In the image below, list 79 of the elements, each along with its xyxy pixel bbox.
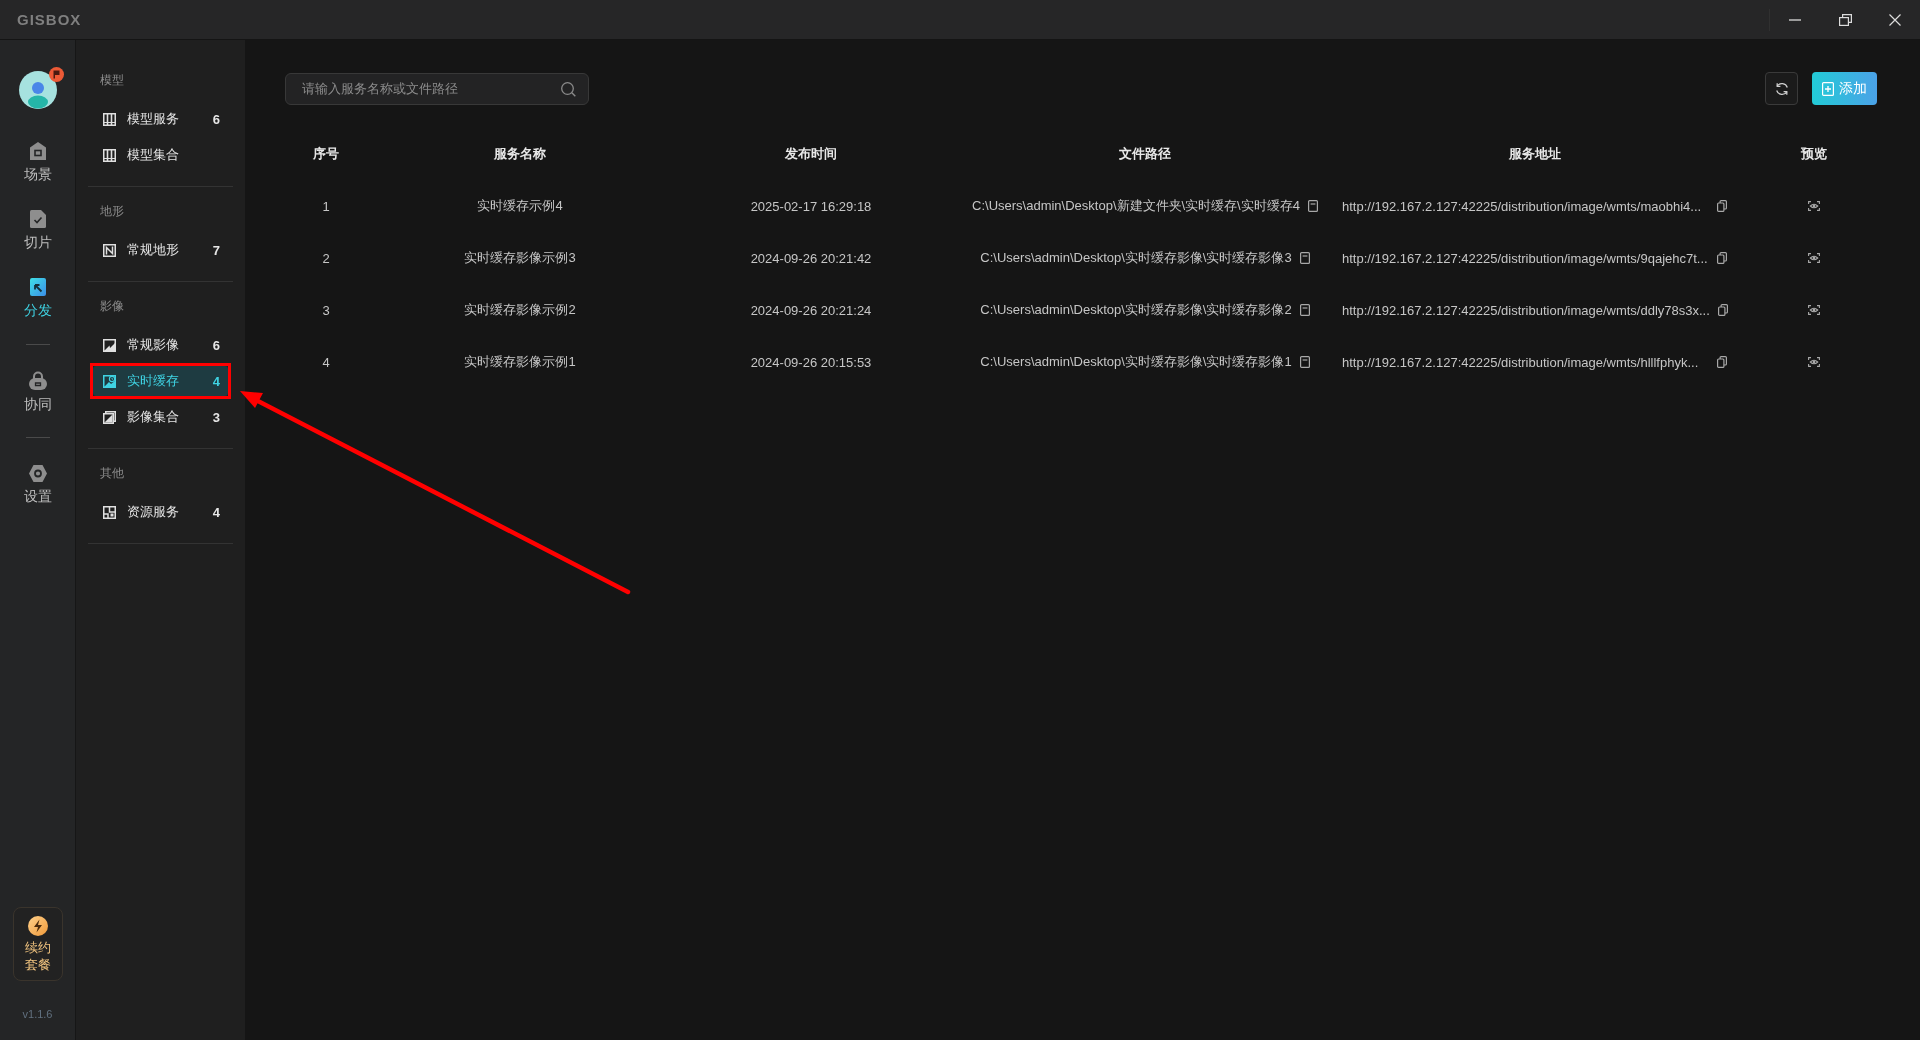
eye-scan-icon[interactable] xyxy=(1808,357,1820,367)
table-cell: 2025-02-17 16:29:18 xyxy=(750,198,872,214)
column-header: 发布时间 xyxy=(785,145,837,163)
section-heading: 地形 xyxy=(100,203,124,220)
table-cell: 4 xyxy=(322,354,330,370)
eye-scan-icon[interactable] xyxy=(1808,305,1820,315)
zigzag-square-icon xyxy=(103,243,116,257)
table-cell: 实时缓存影像示例2 xyxy=(464,301,576,319)
copy-icon[interactable] xyxy=(1717,356,1727,368)
lightning-icon xyxy=(27,916,48,936)
rail-nav-item[interactable]: 设置 xyxy=(0,450,75,518)
service-url-text: http://192.167.2.127:42225/distribution/image/wmts/maobhi4... xyxy=(1342,198,1702,214)
app-logo: GISBOX xyxy=(17,11,82,28)
file-path-text: C:\Users\admin\Desktop\实时缓存影像\实时缓存影像1 xyxy=(980,353,1292,371)
house-icon xyxy=(29,142,46,160)
version-label: v1.1.6 xyxy=(22,1007,53,1022)
quadrant-square-icon xyxy=(103,505,116,519)
eye-scan-icon[interactable] xyxy=(1808,201,1820,211)
sidebar-item[interactable]: 模型集合 xyxy=(93,140,228,170)
service-url-text: http://192.167.2.127:42225/distribution/image/wmts/hlllfphyk... xyxy=(1342,354,1699,370)
service-url-text: http://192.167.2.127:42225/distribution/image/wmts/9qajehc7t... xyxy=(1342,250,1708,266)
file-path-text: C:\Users\admin\Desktop\实时缓存影像\实时缓存影像2 xyxy=(980,301,1292,319)
document-icon[interactable] xyxy=(1299,356,1310,368)
search-icon[interactable] xyxy=(561,81,576,97)
flag-badge-icon xyxy=(48,67,64,82)
rail-nav-item[interactable]: 协同 xyxy=(0,357,75,425)
table-cell: 2024-09-26 20:21:24 xyxy=(750,302,872,318)
refresh-button[interactable] xyxy=(1765,72,1798,105)
table-cell: 2024-09-26 20:21:42 xyxy=(750,250,872,266)
copy-icon[interactable] xyxy=(1717,200,1727,212)
table-cell: 2 xyxy=(322,250,330,266)
section-heading: 影像 xyxy=(100,298,124,315)
refresh-icon xyxy=(1774,81,1789,96)
copy-icon[interactable] xyxy=(1717,252,1727,264)
lock-icon xyxy=(28,370,47,390)
sidebar-item[interactable]: 影像集合 3 xyxy=(93,402,228,432)
renew-plan-button[interactable]: 续约套餐 xyxy=(12,907,63,981)
copy-icon[interactable] xyxy=(1717,304,1728,316)
table-cell: 实时缓存影像示例1 xyxy=(464,353,576,371)
column-header: 文件路径 xyxy=(1119,145,1171,163)
rail-nav-item[interactable]: 切片 xyxy=(0,196,75,264)
section-heading: 模型 xyxy=(100,72,124,89)
document-icon[interactable] xyxy=(1299,252,1310,264)
document-check-icon xyxy=(29,210,46,228)
settings-icon xyxy=(28,464,47,482)
table-cell: 实时缓存影像示例3 xyxy=(464,249,576,267)
document-icon[interactable] xyxy=(1307,200,1318,212)
service-url-text: http://192.167.2.127:42225/distribution/image/wmts/ddly78s3x... xyxy=(1342,302,1710,318)
table-cell: 实时缓存示例4 xyxy=(477,197,563,215)
document-plus-icon xyxy=(1822,81,1834,96)
sidebar-item[interactable]: 常规影像 6 xyxy=(93,330,228,360)
arrow-square-icon xyxy=(29,278,46,296)
table-cell: 3 xyxy=(322,302,330,318)
column-header: 序号 xyxy=(313,145,339,163)
table-cell: 1 xyxy=(322,198,330,214)
document-icon[interactable] xyxy=(1299,304,1310,316)
eye-scan-icon[interactable] xyxy=(1808,253,1820,263)
column-header: 服务名称 xyxy=(494,145,546,163)
bars-square-icon xyxy=(103,148,116,162)
section-heading: 其他 xyxy=(100,465,124,482)
image-clock-icon xyxy=(103,374,116,388)
avatar-icon[interactable] xyxy=(18,71,57,109)
file-path-text: C:\Users\admin\Desktop\新建文件夹\实时缓存\实时缓存4 xyxy=(972,197,1300,215)
sidebar-item[interactable]: 模型服务 6 xyxy=(93,104,228,134)
restore-icon xyxy=(1838,13,1852,26)
sidebar-item[interactable]: 常规地形 7 xyxy=(93,235,228,265)
sidebar-item[interactable]: 资源服务 4 xyxy=(93,497,228,527)
close-icon xyxy=(1889,13,1901,26)
table-cell: 2024-09-26 20:15:53 xyxy=(750,354,872,370)
file-path-text: C:\Users\admin\Desktop\实时缓存影像\实时缓存影像3 xyxy=(980,249,1292,267)
bars-square-icon xyxy=(103,112,116,126)
column-header: 服务地址 xyxy=(1509,145,1561,163)
image-square-icon xyxy=(103,338,116,352)
rail-nav-item[interactable]: 场景 xyxy=(0,128,75,196)
column-header: 预览 xyxy=(1801,145,1827,163)
search-field[interactable]: 请输入服务名称或文件路径 xyxy=(285,72,589,105)
rail-nav-item[interactable]: 分发 xyxy=(0,264,75,332)
minimize-icon xyxy=(1789,18,1801,21)
stacked-squares-icon xyxy=(103,410,116,424)
